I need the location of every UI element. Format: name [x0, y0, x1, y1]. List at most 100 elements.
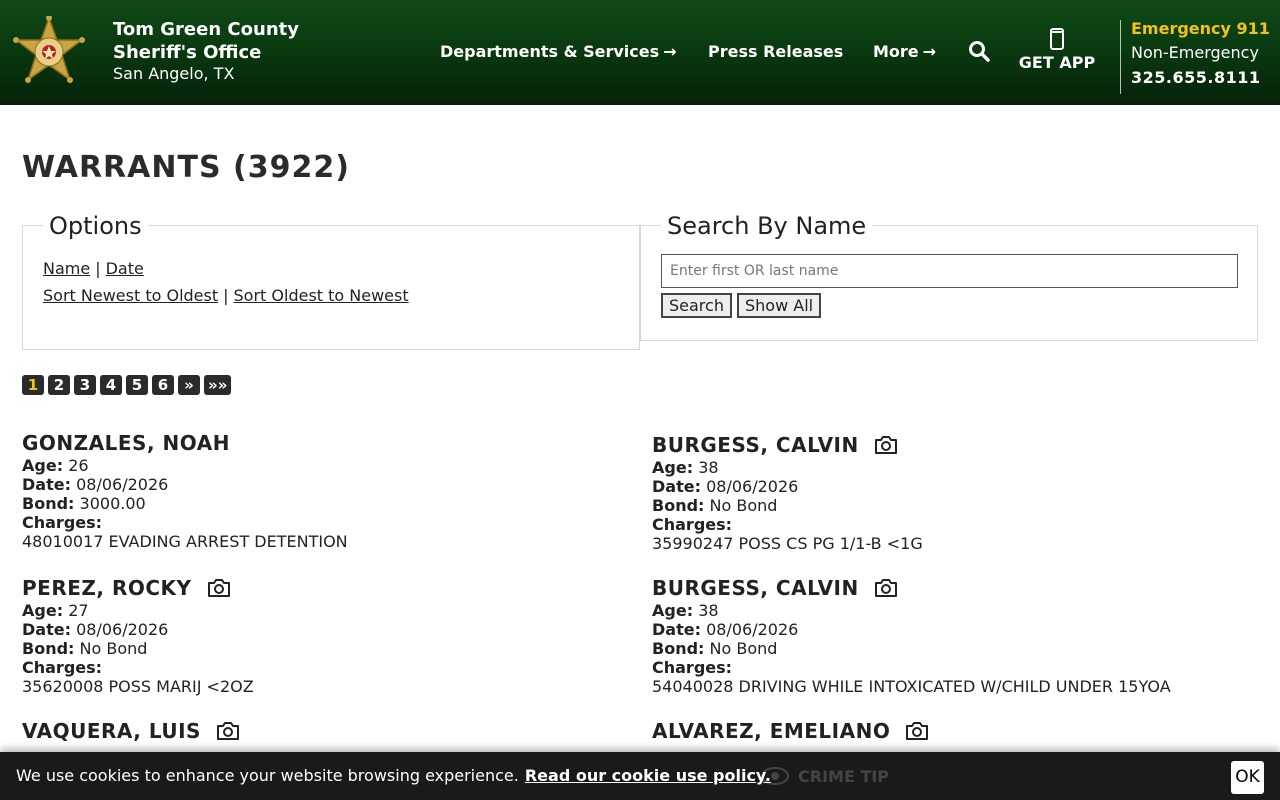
cookie-message: We use cookies to enhance your website b… — [16, 766, 771, 785]
search-legend: Search By Name — [661, 212, 873, 240]
brand-block[interactable]: Tom Green County Sheriff's Office San An… — [113, 18, 299, 84]
date-value: 08/06/2026 — [706, 477, 799, 496]
record-name-text: BURGESS, CALVIN — [652, 433, 859, 457]
nav-more[interactable]: More → — [873, 42, 936, 61]
bond-label: Bond: — [652, 496, 705, 515]
nav-press-releases[interactable]: Press Releases — [708, 42, 843, 61]
cookie-policy-link[interactable]: Read our cookie use policy. — [525, 766, 771, 785]
record-name-text: BURGESS, CALVIN — [652, 576, 859, 600]
separator: | — [223, 286, 229, 305]
record-name: VAQUERA, LUIS — [22, 718, 241, 744]
date-label: Date: — [652, 620, 701, 639]
record-age: Age: 27 — [22, 601, 254, 620]
page-3-link[interactable]: 3 — [74, 375, 96, 395]
age-value: 27 — [68, 601, 89, 620]
record-date: Date: 08/06/2026 — [22, 620, 254, 639]
record-name: BURGESS, CALVIN — [652, 575, 1171, 601]
camera-icon[interactable] — [215, 720, 241, 742]
show-all-button[interactable]: Show All — [737, 293, 822, 318]
record-charges-label: Charges: — [652, 515, 923, 534]
record-charges: 35620008 POSS MARIJ <2OZ — [22, 677, 254, 696]
bond-value: No Bond — [709, 639, 778, 658]
page-2-link[interactable]: 2 — [48, 375, 70, 395]
org-name-line2: Sheriff's Office — [113, 42, 262, 63]
record-name: BURGESS, CALVIN — [652, 432, 923, 458]
sort-by-name-link[interactable]: Name — [43, 259, 90, 278]
camera-icon[interactable] — [904, 720, 930, 742]
warrant-record: VAQUERA, LUIS — [22, 718, 241, 744]
last-page-link[interactable]: »» — [204, 375, 232, 395]
record-date: Date: 08/06/2026 — [652, 620, 1171, 639]
age-label: Age: — [22, 601, 64, 620]
record-name-text: GONZALES, NOAH — [22, 431, 230, 455]
non-emergency-phone[interactable]: 325.655.8111 — [1131, 66, 1270, 90]
get-app-button[interactable]: GET APP — [1016, 28, 1098, 72]
age-value: 38 — [698, 601, 719, 620]
warrant-record: BURGESS, CALVIN Age: 38 Date: 08/06/2026… — [652, 432, 923, 553]
warrant-record: BURGESS, CALVIN Age: 38 Date: 08/06/2026… — [652, 575, 1171, 696]
bond-label: Bond: — [22, 639, 75, 658]
sort-order-row: Sort Newest to Oldest | Sort Oldest to New… — [43, 286, 409, 305]
page-1-link[interactable]: 1 — [22, 375, 44, 395]
arrow-right-icon: → — [922, 42, 937, 61]
non-emergency-label: Non-Emergency — [1131, 43, 1259, 62]
date-label: Date: — [652, 477, 701, 496]
date-value: 08/06/2026 — [76, 620, 169, 639]
page-6-link[interactable]: 6 — [152, 375, 174, 395]
header-divider — [1120, 20, 1121, 94]
bond-value: 3000.00 — [79, 494, 146, 513]
name-search-input[interactable] — [661, 254, 1238, 288]
age-value: 38 — [698, 458, 719, 477]
charges-label: Charges: — [652, 515, 733, 534]
next-page-link[interactable]: » — [178, 375, 200, 395]
cookie-ok-button[interactable]: OK — [1231, 761, 1264, 794]
page-4-link[interactable]: 4 — [100, 375, 122, 395]
age-label: Age: — [652, 458, 694, 477]
camera-icon[interactable] — [873, 434, 899, 456]
record-age: Age: 38 — [652, 601, 1171, 620]
org-location: San Angelo, TX — [113, 64, 235, 83]
search-panel: Search By Name Search Show All — [640, 212, 1258, 341]
camera-icon[interactable] — [206, 577, 232, 599]
search-button[interactable]: Search — [661, 293, 732, 318]
nav-departments-services[interactable]: Departments & Services → — [440, 42, 677, 61]
bond-label: Bond: — [22, 494, 75, 513]
record-charges: 54040028 DRIVING WHILE INTOXICATED W/CHI… — [652, 677, 1171, 696]
mobile-phone-icon — [1050, 28, 1064, 50]
charges-label: Charges: — [652, 658, 733, 677]
record-name: PEREZ, ROCKY — [22, 575, 254, 601]
record-date: Date: 08/06/2026 — [22, 475, 348, 494]
bond-label: Bond: — [652, 639, 705, 658]
contact-block: Emergency 911 Non-Emergency 325.655.8111 — [1131, 18, 1270, 90]
crime-tip-label: CRIME TIP — [798, 766, 890, 786]
org-name-line1: Tom Green County — [113, 19, 299, 40]
record-age: Age: 38 — [652, 458, 923, 477]
camera-icon[interactable] — [873, 577, 899, 599]
record-bond: Bond: No Bond — [652, 639, 1171, 658]
sort-by-date-link[interactable]: Date — [106, 259, 144, 278]
date-label: Date: — [22, 475, 71, 494]
search-icon[interactable] — [968, 40, 990, 62]
warrant-record: ALVAREZ, EMELIANO — [652, 718, 930, 744]
sheriff-star-logo[interactable] — [12, 16, 86, 88]
page-5-link[interactable]: 5 — [126, 375, 148, 395]
record-name: ALVAREZ, EMELIANO — [652, 718, 930, 744]
charges-label: Charges: — [22, 658, 103, 677]
record-charges-label: Charges: — [652, 658, 1171, 677]
record-charges: 35990247 POSS CS PG 1/1-B <1G — [652, 534, 923, 553]
sort-field-row: Name | Date — [43, 259, 144, 278]
nav-press-label: Press Releases — [708, 42, 844, 61]
get-app-label: GET APP — [1018, 53, 1096, 72]
sort-newest-link[interactable]: Sort Newest to Oldest — [43, 286, 218, 305]
date-label: Date: — [22, 620, 71, 639]
record-date: Date: 08/06/2026 — [652, 477, 923, 496]
nav-more-label: More — [873, 42, 919, 61]
warrant-record: GONZALES, NOAH Age: 26 Date: 08/06/2026 … — [22, 430, 348, 551]
cookie-banner: CRIME TIP We use cookies to enhance your… — [0, 752, 1280, 800]
record-name-text: VAQUERA, LUIS — [22, 719, 201, 743]
emergency-label[interactable]: Emergency 911 — [1131, 18, 1270, 40]
sort-oldest-link[interactable]: Sort Oldest to Newest — [234, 286, 409, 305]
crime-tip-behind: CRIME TIP — [760, 766, 889, 786]
record-bond: Bond: No Bond — [652, 496, 923, 515]
bond-value: No Bond — [709, 496, 778, 515]
